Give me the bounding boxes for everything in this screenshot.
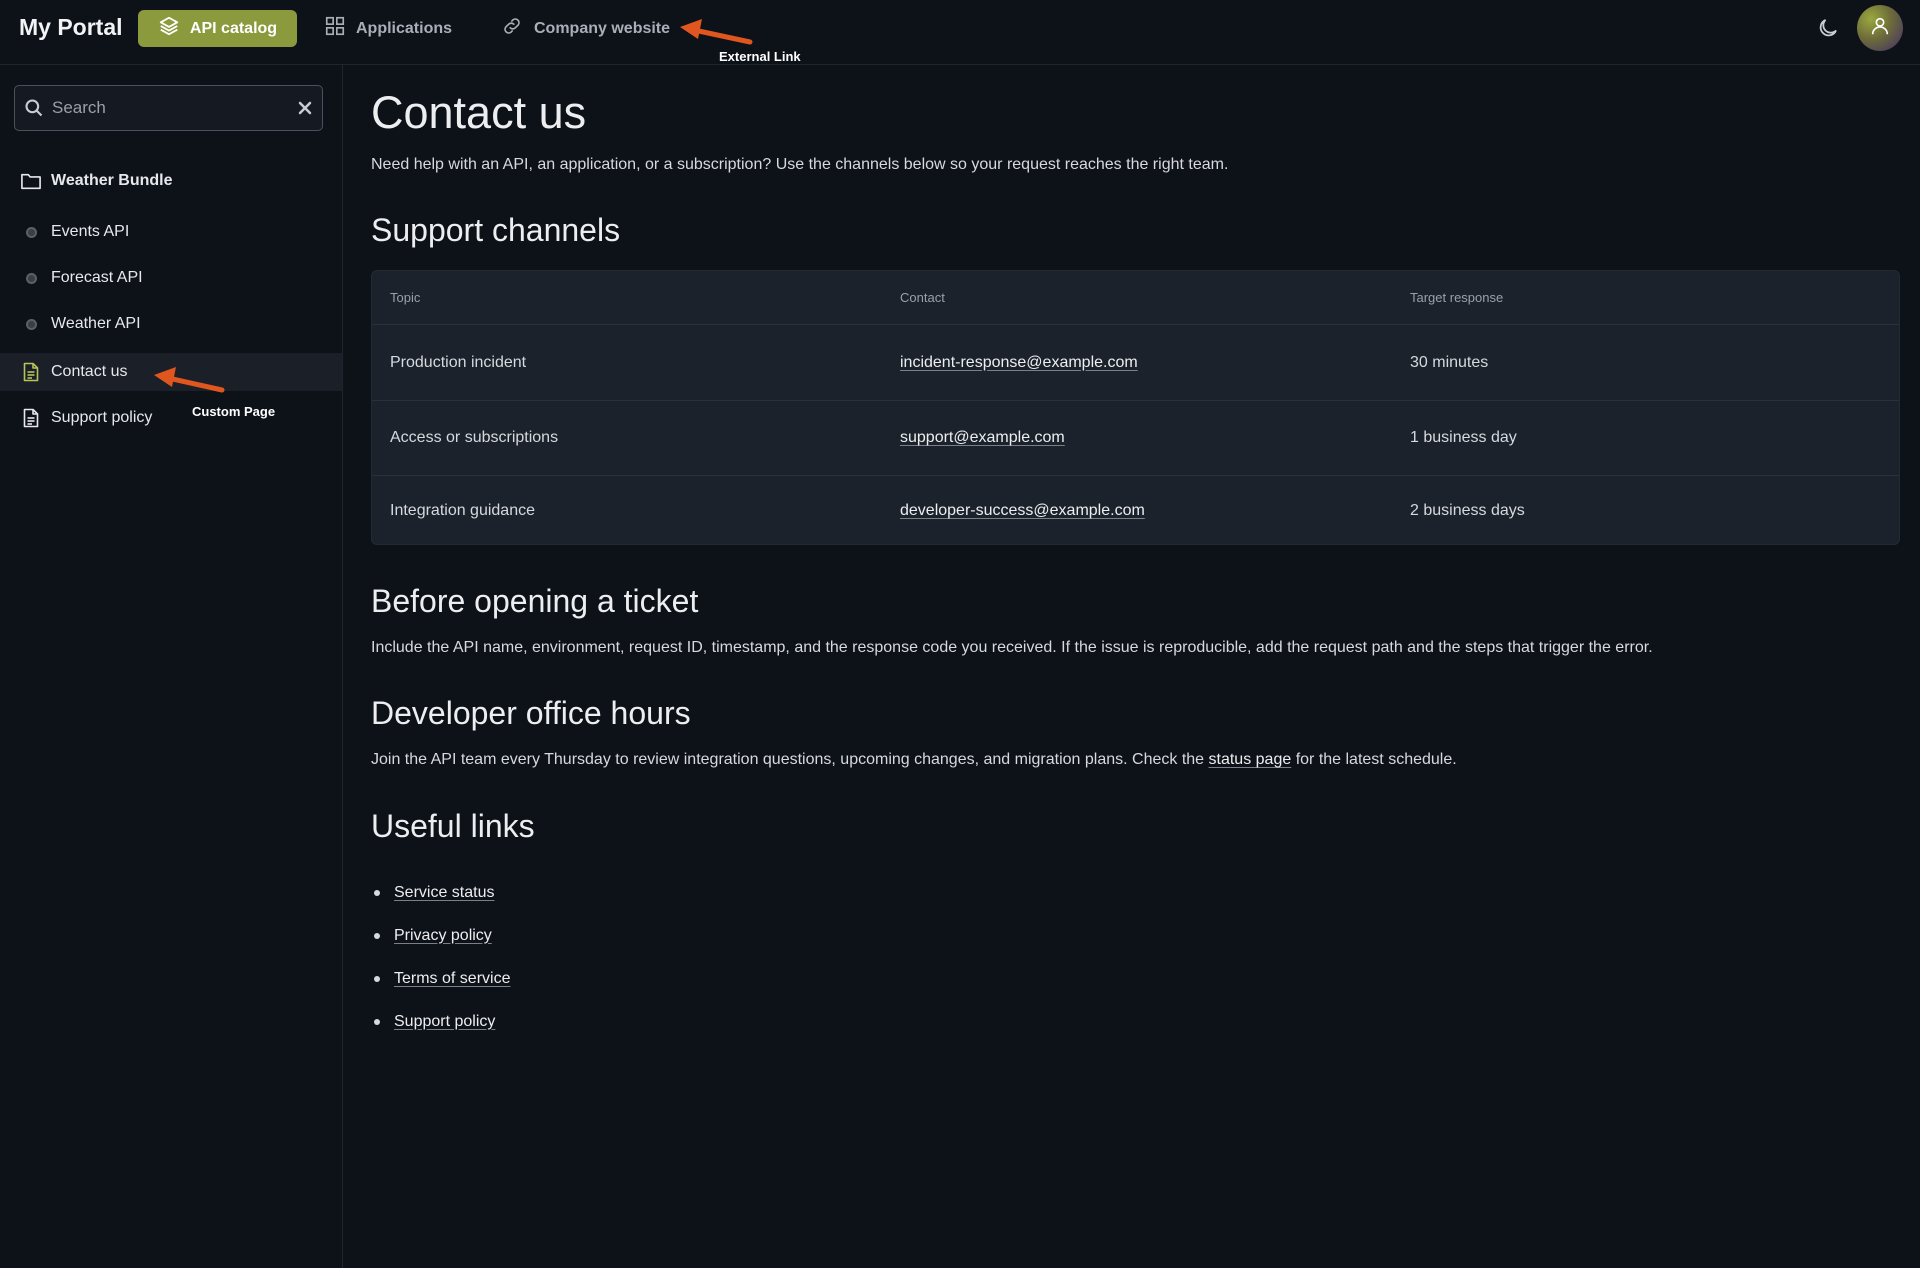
table-header-row: Topic Contact Target response — [372, 271, 1899, 325]
nav-applications-label: Applications — [356, 19, 453, 37]
table-row: Access or subscriptions support@example.… — [372, 401, 1899, 476]
list-item: Support policy — [371, 1000, 510, 1043]
link-icon — [500, 15, 524, 42]
search-box[interactable] — [14, 85, 323, 131]
topic-cell: Production incident — [390, 353, 527, 371]
column-header-target-response: Target response — [1410, 290, 1504, 305]
table-row: Production incident incident-response@ex… — [372, 325, 1899, 401]
sidebar-item-label: Contact us — [51, 363, 128, 380]
privacy-policy-link[interactable]: Privacy policy — [394, 927, 492, 945]
useful-links-list: Service status Privacy policy Terms of s… — [371, 871, 510, 1043]
search-input[interactable] — [52, 98, 292, 118]
sidebar-item-label: Events API — [51, 223, 130, 240]
sidebar-item-weather-api[interactable]: Weather API — [0, 305, 342, 343]
external-link-annotation: External Link — [719, 49, 801, 64]
page-intro: Need help with an API, an application, o… — [371, 156, 1229, 173]
office-hours-text-before: Join the API team every Thursday to revi… — [371, 751, 1209, 768]
nav-company-website[interactable]: Company website — [500, 10, 670, 47]
sidebar-item-label: Forecast API — [51, 269, 143, 286]
target-response-cell: 30 minutes — [1410, 353, 1489, 371]
moon-icon[interactable] — [1816, 16, 1840, 40]
sidebar: Weather Bundle Events API Forecast API W… — [0, 65, 343, 1268]
target-response-cell: 2 business days — [1410, 502, 1525, 519]
before-ticket-heading: Before opening a ticket — [371, 583, 699, 619]
status-page-link[interactable]: status page — [1209, 751, 1292, 768]
contact-email-link[interactable]: support@example.com — [900, 429, 1065, 447]
layers-icon — [158, 15, 180, 42]
column-header-contact: Contact — [900, 290, 945, 305]
nav-applications[interactable]: Applications — [324, 10, 452, 47]
grid-icon — [324, 15, 346, 42]
document-icon — [20, 362, 42, 382]
topic-cell: Integration guidance — [390, 502, 535, 519]
sidebar-item-support-policy[interactable]: Support policy — [0, 399, 342, 437]
column-header-topic: Topic — [390, 290, 421, 305]
external-link-annotation-arrow — [680, 19, 753, 45]
terms-of-service-link[interactable]: Terms of service — [394, 970, 510, 988]
nav-company-website-label: Company website — [534, 19, 671, 37]
dot-icon — [20, 318, 42, 330]
table-row: Integration guidance developer-success@e… — [372, 476, 1899, 544]
contact-email-link[interactable]: incident-response@example.com — [900, 354, 1138, 372]
support-channels-table: Topic Contact Target response Production… — [371, 270, 1900, 545]
sidebar-item-weather-bundle[interactable]: Weather Bundle — [0, 162, 342, 200]
sidebar-item-events-api[interactable]: Events API — [0, 213, 342, 251]
user-icon — [1869, 15, 1891, 42]
sidebar-item-label: Weather Bundle — [51, 172, 173, 189]
nav-api-catalog-label: API catalog — [189, 19, 278, 37]
page-title: Contact us — [371, 87, 587, 138]
search-icon — [24, 98, 44, 118]
office-hours-text-after: for the latest schedule. — [1291, 751, 1457, 768]
before-ticket-text: Include the API name, environment, reque… — [371, 639, 1653, 656]
avatar[interactable] — [1857, 5, 1903, 51]
sidebar-item-label: Weather API — [51, 315, 141, 332]
document-icon — [20, 408, 42, 428]
folder-icon — [20, 171, 42, 191]
support-channels-heading: Support channels — [371, 212, 621, 248]
nav-api-catalog[interactable]: API catalog — [138, 10, 297, 47]
custom-page-annotation-arrow — [154, 367, 225, 393]
list-item: Privacy policy — [371, 914, 510, 957]
sidebar-item-label: Support policy — [51, 409, 153, 426]
list-item: Terms of service — [371, 957, 510, 1000]
custom-page-annotation: Custom Page — [192, 404, 276, 419]
dot-icon — [20, 272, 42, 284]
topic-cell: Access or subscriptions — [390, 429, 559, 446]
dot-icon — [20, 226, 42, 238]
support-policy-link[interactable]: Support policy — [394, 1013, 495, 1031]
service-status-link[interactable]: Service status — [394, 884, 494, 902]
office-hours-heading: Developer office hours — [371, 695, 691, 731]
list-item: Service status — [371, 871, 510, 914]
useful-links-heading: Useful links — [371, 808, 535, 844]
target-response-cell: 1 business day — [1410, 429, 1517, 446]
office-hours-text: Join the API team every Thursday to revi… — [371, 751, 1457, 769]
clear-search-icon[interactable] — [298, 101, 312, 115]
top-bar: My Portal API catalog Applications Compa… — [0, 0, 1920, 65]
portal-brand[interactable]: My Portal — [19, 14, 123, 41]
sidebar-item-forecast-api[interactable]: Forecast API — [0, 259, 342, 297]
contact-email-link[interactable]: developer-success@example.com — [900, 502, 1145, 520]
